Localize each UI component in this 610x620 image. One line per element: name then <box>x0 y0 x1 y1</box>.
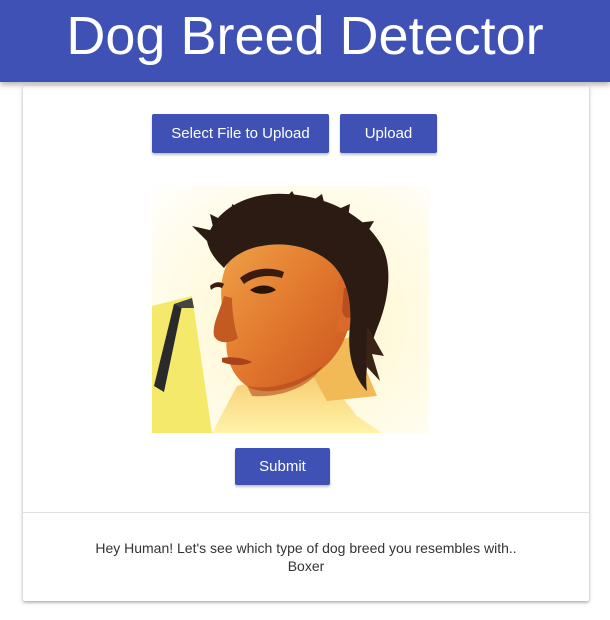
uploaded-image-preview <box>152 186 429 433</box>
app-bar: Dog Breed Detector <box>0 0 610 82</box>
submit-button[interactable]: Submit <box>235 448 330 485</box>
result-breed: Boxer <box>287 558 325 574</box>
result-message: Hey Human! Let's see which type of dog b… <box>95 540 517 556</box>
portrait-image <box>152 186 429 433</box>
result-panel: Hey Human! Let's see which type of dog b… <box>23 539 589 575</box>
divider <box>23 512 589 513</box>
upload-button[interactable]: Upload <box>340 114 437 153</box>
upload-card: Select File to Upload Upload Submit Hey … <box>23 86 589 601</box>
select-file-button[interactable]: Select File to Upload <box>152 114 329 153</box>
page-title: Dog Breed Detector <box>66 6 544 66</box>
